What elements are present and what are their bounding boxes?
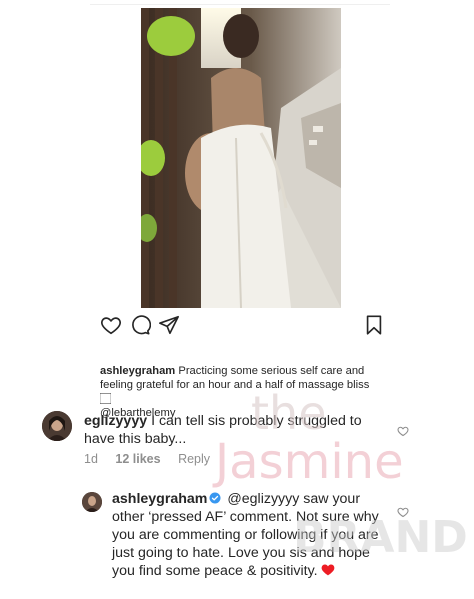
comment-username[interactable]: ashleygraham: [112, 491, 207, 507]
red-heart-emoji-icon: [321, 563, 335, 576]
share-icon[interactable]: [158, 314, 180, 336]
avatar[interactable]: [82, 492, 102, 512]
avatar[interactable]: [42, 411, 72, 441]
comment-likes[interactable]: 12 likes: [115, 452, 160, 466]
comment-like-icon[interactable]: [397, 506, 409, 518]
post-photo[interactable]: [141, 8, 341, 308]
comment-icon[interactable]: [129, 314, 151, 336]
avatar-image: [82, 492, 102, 512]
caption-username[interactable]: ashleygraham: [100, 365, 175, 377]
like-icon[interactable]: [100, 314, 122, 336]
comment-time: 1d: [84, 452, 98, 466]
comment-text: eglizyyyy I can tell sis probably strugg…: [84, 412, 384, 448]
comment-username[interactable]: eglizyyyy: [84, 413, 147, 429]
divider: [90, 4, 390, 5]
reply-comment-text: ashleygraham @eglizyyyy saw your other ‘…: [112, 490, 392, 580]
verified-badge-icon: [209, 492, 221, 504]
comment-like-icon[interactable]: [397, 425, 409, 437]
bookmark-icon[interactable]: [363, 314, 385, 336]
reply-button[interactable]: Reply: [178, 452, 210, 466]
caption-emoji: 🏻: [100, 393, 112, 405]
comment-meta: 1d 12 likes Reply: [84, 452, 224, 466]
avatar-image: [42, 411, 72, 441]
post-actions: [100, 314, 385, 338]
post-photo-image: [141, 8, 341, 308]
